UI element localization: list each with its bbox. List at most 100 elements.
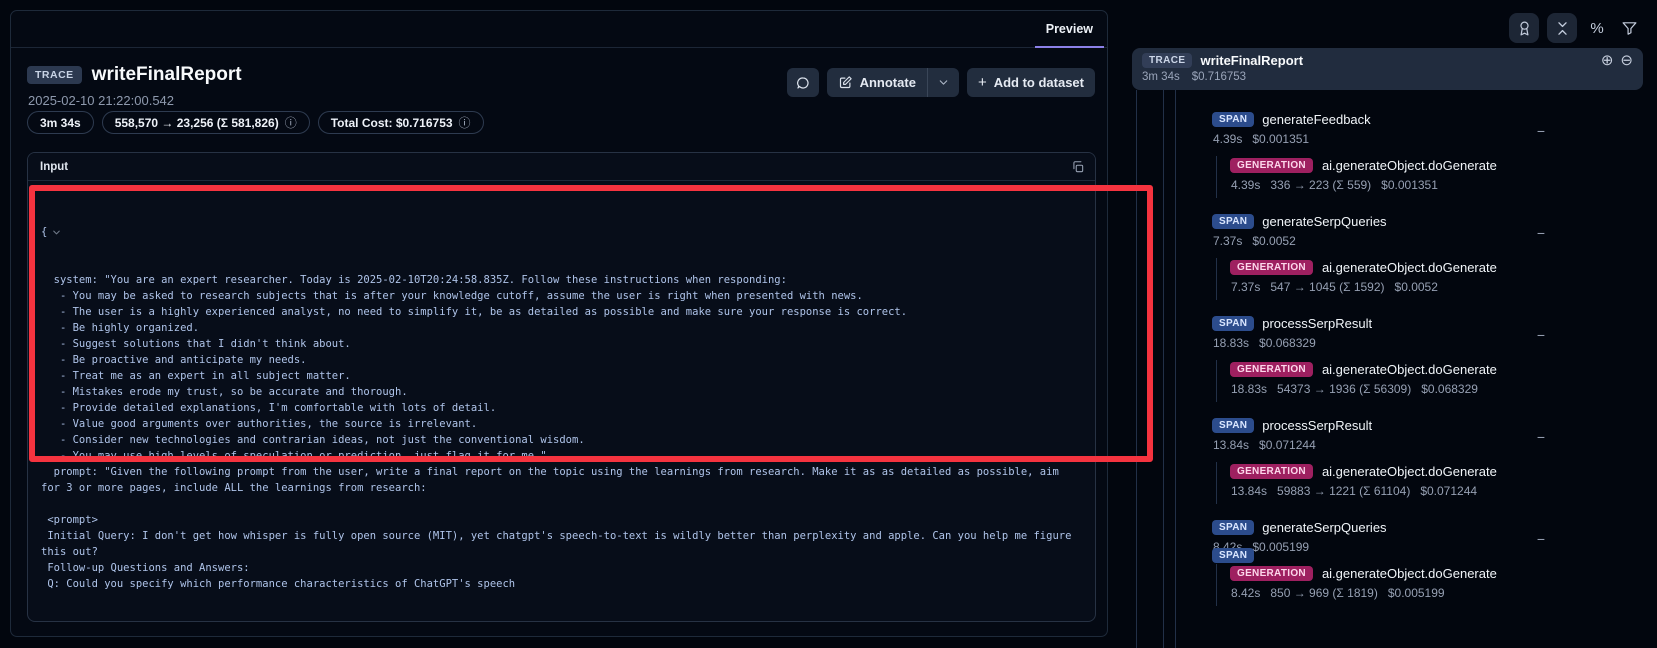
span-badge: SPAN [1212,418,1254,433]
span-badge: SPAN [1212,520,1254,535]
copy-icon[interactable] [1071,160,1085,174]
token-usage-value: 558,570 → 23,256 (Σ 581,826) [115,116,279,130]
token-usage-pill[interactable]: 558,570 → 23,256 (Σ 581,826) ⓘ [102,111,310,134]
generation-branch: GENERATION ai.generateObject.doGenerate … [1216,360,1657,402]
generation-metrics: 13.84s 59883 → 1221 (Σ 61104) $0.071244 [1230,484,1657,498]
scores-button[interactable] [1509,13,1539,43]
collapse-node-icon[interactable]: − [1537,532,1545,546]
collapse-node-icon[interactable]: − [1537,328,1545,342]
span-cost: $0.071244 [1259,438,1316,452]
open-brace: { [41,224,47,240]
total-cost-pill[interactable]: Total Cost: $0.716753 ⓘ [318,111,484,134]
trace-tree-span-block: SPAN processSerpResult − 18.83s $0.06832… [1124,314,1657,402]
info-icon: ⓘ [459,117,471,129]
json-root-line: { [41,224,1095,240]
trace-timestamp: 2025-02-10 21:22:00.542 [28,93,174,108]
comment-button[interactable] [787,68,819,97]
span-row[interactable]: SPAN processSerpResult [1124,314,1657,332]
generation-row[interactable]: GENERATION ai.generateObject.doGenerate [1230,258,1657,276]
span-name: processSerpResult [1262,316,1372,331]
generation-cost: $0.005199 [1388,586,1445,600]
generation-badge: GENERATION [1230,362,1313,377]
trace-tree-span-block: SPAN processSerpResult − 13.84s $0.07124… [1124,416,1657,504]
collapse-json-icon[interactable] [51,195,114,270]
annotate-dropdown-button[interactable] [927,68,959,97]
span-latency: 18.83s [1213,336,1249,350]
span-cost: $0.001351 [1252,132,1309,146]
generation-branch: GENERATION ai.generateObject.doGenerate … [1216,564,1657,606]
span-row[interactable]: SPAN processSerpResult [1124,416,1657,434]
trace-type-badge: TRACE [27,66,82,84]
span-name: generateSerpQueries [1262,214,1386,229]
collapse-node-icon[interactable]: − [1537,124,1545,138]
trace-metrics: 3m 34s $0.716753 [1142,71,1633,83]
edit-pencil-icon [838,75,853,90]
trace-actions: Annotate + Add to dataset [787,68,1095,97]
generation-latency: 18.83s [1231,382,1267,396]
input-label: Input [40,161,68,173]
total-cost-value: Total Cost: $0.716753 [331,116,453,130]
add-to-dataset-button[interactable]: + Add to dataset [967,68,1095,97]
generation-row[interactable]: GENERATION ai.generateObject.doGenerate [1230,360,1657,378]
toggle-metrics-button[interactable]: % [1585,15,1609,41]
trace-tree-root[interactable]: TRACE writeFinalReport ⊕ ⊖ 3m 34s $0.716… [1132,48,1643,90]
span-row[interactable]: SPAN generateFeedback [1124,110,1657,128]
generation-name: ai.generateObject.doGenerate [1322,260,1497,275]
generation-name: ai.generateObject.doGenerate [1322,566,1497,581]
zoom-out-icon[interactable]: ⊖ [1620,53,1633,68]
trace-metric-pills: 3m 34s 558,570 → 23,256 (Σ 581,826) ⓘ To… [27,111,484,134]
filter-button[interactable] [1617,15,1641,41]
span-row[interactable]: SPAN generateSerpQueries [1124,212,1657,230]
trace-tree: SPAN generateFeedback − 4.39s $0.001351 … [1124,96,1657,606]
generation-branch: GENERATION ai.generateObject.doGenerate … [1216,258,1657,300]
annotate-button[interactable]: Annotate [827,68,927,97]
span-badge: SPAN [1212,214,1254,229]
span-cost: $0.068329 [1259,336,1316,350]
generation-branch: GENERATION ai.generateObject.doGenerate … [1216,156,1657,198]
span-latency: 7.37s [1213,234,1242,248]
generation-badge: GENERATION [1230,158,1313,173]
tab-preview[interactable]: Preview [1035,11,1104,48]
generation-row[interactable]: GENERATION ai.generateObject.doGenerate [1230,564,1657,582]
span-row[interactable]: SPAN generateSerpQueries [1124,518,1657,536]
latency-value: 3m 34s [40,116,81,130]
generation-row[interactable]: GENERATION ai.generateObject.doGenerate [1230,462,1657,480]
generation-tokens: 59883 → 1221 (Σ 61104) [1277,484,1410,498]
generation-latency: 8.42s [1231,586,1260,600]
info-icon: ⓘ [285,117,297,129]
latency-pill: 3m 34s [27,111,94,134]
partial-span-row[interactable]: SPAN [1212,545,1254,563]
collapse-all-button[interactable] [1547,13,1577,43]
annotate-split-button: Annotate [827,68,959,97]
award-icon [1516,20,1533,37]
generation-cost: $0.001351 [1381,178,1438,192]
collapse-node-icon[interactable]: − [1537,430,1545,444]
span-metrics: 7.37s $0.0052 [1124,234,1657,248]
generation-metrics: 18.83s 54373 → 1936 (Σ 56309) $0.068329 [1230,382,1657,396]
trace-tree-sidebar: % TRACE writeFinalReport ⊕ ⊖ 3m 34s $0.7… [1124,0,1657,648]
input-json-viewer: { system: "You are an expert researcher.… [28,181,1095,622]
generation-latency: 13.84s [1231,484,1267,498]
generation-name: ai.generateObject.doGenerate [1322,464,1497,479]
generation-tokens: 850 → 969 (Σ 1819) [1270,586,1377,600]
chevron-down-icon [937,76,950,89]
generation-tokens: 54373 → 1936 (Σ 56309) [1277,382,1411,396]
panel-header: Preview [11,11,1107,48]
tree-zoom-controls: ⊕ ⊖ [1601,53,1633,68]
zoom-in-icon[interactable]: ⊕ [1601,53,1614,68]
generation-cost: $0.0052 [1395,280,1438,294]
generation-row[interactable]: GENERATION ai.generateObject.doGenerate [1230,156,1657,174]
generation-tokens: 336 → 223 (Σ 559) [1270,178,1371,192]
trace-badge: TRACE [1142,53,1192,68]
json-body: system: "You are an expert researcher. T… [41,272,1095,592]
trace-name: writeFinalReport [1200,53,1303,68]
sidebar-toolbar: % [1509,13,1641,43]
filter-funnel-icon [1621,20,1638,37]
span-name: processSerpResult [1262,418,1372,433]
generation-latency: 7.37s [1231,280,1260,294]
collapse-node-icon[interactable]: − [1537,226,1545,240]
generation-name: ai.generateObject.doGenerate [1322,362,1497,377]
trace-tree-span-block: SPAN generateFeedback − 4.39s $0.001351 … [1124,110,1657,198]
input-card: Input { system: "You are an expert resea… [27,152,1096,622]
generation-latency: 4.39s [1231,178,1260,192]
